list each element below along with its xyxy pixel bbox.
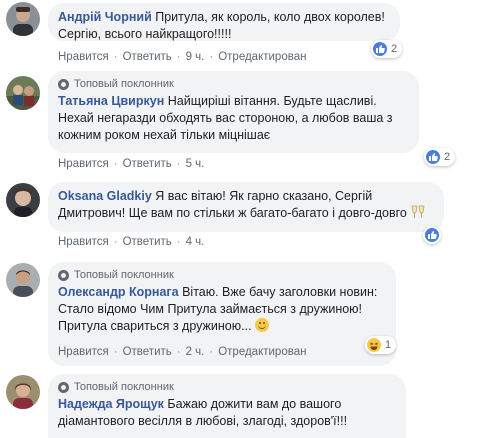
author-name[interactable]: Надежда Ярощук	[58, 397, 164, 411]
reaction-count-badge[interactable]: 2	[371, 40, 403, 58]
separator: ·	[176, 236, 181, 248]
comment-actions: Нравится · Ответить · 9 ч. · Отредактиро…	[58, 51, 306, 63]
separator: ·	[176, 51, 181, 63]
top-fan-label: Топовый поклонник	[74, 381, 174, 393]
comment-bubble: Oksana Gladkiy Я вас вітаю! Як гарно ска…	[48, 182, 444, 232]
reaction-count-badge[interactable]: 1	[365, 336, 397, 354]
top-fan-label: Топовый поклонник	[74, 269, 174, 281]
top-fan-label: Топовый поклонник	[74, 78, 174, 90]
comment-actions: Нравится · Ответить · 2 ч. · Отредактиро…	[58, 346, 306, 358]
timestamp[interactable]: 2 ч.	[186, 346, 205, 358]
separator: ·	[176, 158, 181, 170]
like-icon	[373, 42, 387, 56]
comment-bubble: Топовый поклонник Надежда Ярощук Бажаю д…	[48, 374, 406, 438]
reaction-count: 2	[444, 151, 451, 163]
author-name[interactable]: Oksana Gladkiy	[58, 189, 152, 203]
separator: ·	[113, 158, 118, 170]
separator: ·	[113, 236, 118, 248]
author-name[interactable]: Татьяна Цвиркун	[58, 94, 164, 108]
separator: ·	[176, 346, 181, 358]
reply-action[interactable]: Ответить	[123, 346, 172, 358]
reply-action[interactable]: Ответить	[123, 158, 172, 170]
avatar[interactable]	[6, 2, 40, 36]
like-action[interactable]: Нравится	[58, 158, 109, 170]
clinking-glasses-icon	[411, 205, 425, 218]
author-name[interactable]: Олександр Корнага	[58, 285, 179, 299]
reaction-count-badge[interactable]: 2	[424, 148, 456, 166]
top-fan-badge: Топовый поклонник	[58, 77, 409, 91]
haha-icon	[367, 338, 381, 352]
top-fan-badge: Топовый поклонник	[58, 380, 396, 394]
author-name[interactable]: Андрій Чорний	[58, 10, 152, 24]
like-action[interactable]: Нравится	[58, 236, 109, 248]
avatar[interactable]	[6, 76, 40, 110]
like-action[interactable]: Нравится	[58, 346, 109, 358]
like-icon	[425, 228, 439, 242]
separator: ·	[209, 51, 214, 63]
reaction-count: 2	[391, 43, 398, 55]
top-fan-icon	[58, 381, 69, 393]
reaction-count: 1	[385, 339, 392, 351]
like-icon	[426, 150, 440, 164]
avatar[interactable]	[6, 375, 40, 409]
edited-label[interactable]: Отредактирован	[218, 51, 306, 63]
reply-action[interactable]: Ответить	[123, 51, 172, 63]
top-fan-badge: Топовый поклонник	[58, 268, 386, 282]
avatar[interactable]	[6, 263, 40, 297]
separator: ·	[113, 51, 118, 63]
avatar[interactable]	[6, 183, 40, 217]
top-fan-icon	[58, 269, 69, 281]
timestamp[interactable]: 5 ч.	[186, 158, 205, 170]
like-action[interactable]: Нравится	[58, 51, 109, 63]
timestamp[interactable]: 9 ч.	[186, 51, 205, 63]
top-fan-icon	[58, 78, 69, 90]
comment-actions: Нравится · Ответить · 4 ч.	[58, 236, 204, 248]
separator: ·	[113, 346, 118, 358]
timestamp[interactable]: 4 ч.	[186, 236, 205, 248]
comment-bubble: Топовый поклонник Татьяна Цвиркун Найщир…	[48, 71, 419, 153]
reaction-count-badge[interactable]	[423, 226, 441, 244]
comment-bubble: Андрій Чорний Притула, як король, коло д…	[48, 3, 400, 41]
reply-action[interactable]: Ответить	[123, 236, 172, 248]
smiling-face-icon	[255, 318, 270, 332]
separator: ·	[209, 346, 214, 358]
comment-actions: Нравится · Ответить · 5 ч.	[58, 158, 204, 170]
edited-label[interactable]: Отредактирован	[218, 346, 306, 358]
